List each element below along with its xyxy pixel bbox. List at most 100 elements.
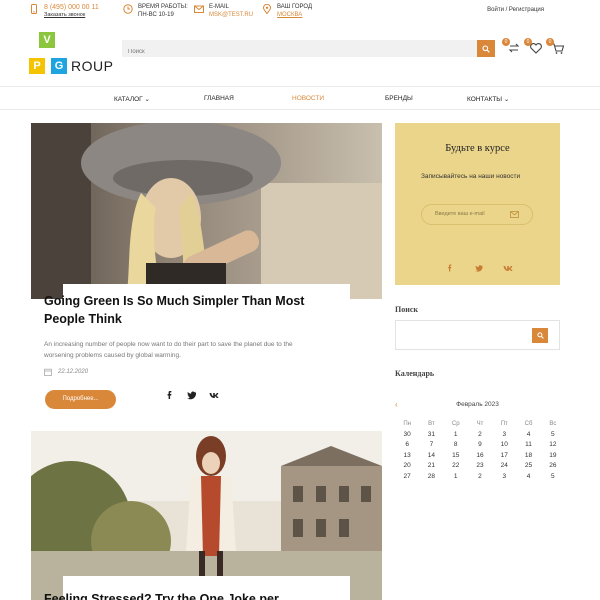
search-button[interactable]: [477, 40, 495, 57]
facebook-icon[interactable]: [446, 264, 454, 272]
logo[interactable]: V P G ROUP: [29, 32, 113, 78]
working-hours-block: Время работы: ПН-ВС 10-19: [123, 3, 188, 19]
calendar-weekday: Сб: [524, 421, 533, 427]
login-register-link[interactable]: Войти / Регистрация: [487, 7, 544, 13]
calendar-week: 20 21 22 23 24 25 26: [395, 461, 565, 472]
calendar-day[interactable]: 15: [444, 451, 468, 462]
calendar-day[interactable]: 10: [492, 440, 516, 451]
top-bar: 8 (495) 000 00 11 Заказать звонок Время …: [0, 0, 600, 24]
phone-icon: [31, 4, 37, 14]
hours-value: ПН-ВС 10-19: [138, 12, 174, 18]
calendar-day[interactable]: 11: [516, 440, 540, 451]
calendar-month: Февраль 2023: [456, 401, 499, 408]
post-image[interactable]: [31, 123, 382, 299]
twitter-icon[interactable]: [187, 390, 197, 400]
facebook-icon[interactable]: [165, 390, 175, 400]
subscribe-title: Будьте в курсе: [445, 143, 510, 154]
nav-item-label: Каталог: [114, 96, 143, 103]
calendar-day[interactable]: 1: [444, 472, 468, 483]
mail-icon: [194, 5, 204, 13]
calendar-heading: Календарь: [395, 369, 435, 378]
calendar-day[interactable]: 31: [419, 430, 443, 441]
logo-letter-p: P: [29, 58, 45, 74]
calendar-day[interactable]: 17: [492, 451, 516, 462]
calendar-day[interactable]: 14: [419, 451, 443, 462]
chevron-down-icon: ⌄: [144, 96, 150, 103]
calendar-day[interactable]: 28: [419, 472, 443, 483]
clock-icon: [123, 4, 133, 14]
nav-item-news[interactable]: Новости: [292, 95, 324, 102]
vk-icon[interactable]: [209, 390, 219, 400]
calendar-day[interactable]: 21: [419, 461, 443, 472]
calendar-day[interactable]: 3: [492, 472, 516, 483]
compare-count-badge: 0: [502, 38, 510, 46]
calendar-week: 13 14 15 16 17 18 19: [395, 451, 565, 462]
calendar-day[interactable]: 22: [444, 461, 468, 472]
calendar-weekday: Ср: [451, 421, 460, 427]
cart-button[interactable]: 0: [546, 38, 566, 56]
logo-letter-v: V: [39, 32, 55, 48]
calendar-week: 6 7 8 9 10 11 12: [395, 440, 565, 451]
calendar-weekday: Вс: [549, 421, 557, 427]
search-input[interactable]: [122, 43, 462, 61]
calendar-day[interactable]: 7: [419, 440, 443, 451]
calendar-day[interactable]: 12: [541, 440, 565, 451]
calendar-day[interactable]: 24: [492, 461, 516, 472]
email-link[interactable]: MSK@TEST.RU: [209, 11, 253, 19]
sidebar-search[interactable]: [395, 320, 560, 350]
nav-item-label: Контакты: [467, 96, 503, 103]
callback-link[interactable]: Заказать звонок: [44, 12, 99, 18]
favorites-button[interactable]: 0: [524, 38, 544, 56]
calendar-week: 30 31 1 2 3 4 5: [395, 430, 565, 441]
location-pin-icon: [262, 4, 272, 14]
nav-item-catalog[interactable]: Каталог ⌄: [114, 95, 150, 103]
read-more-button[interactable]: Подробнее...: [45, 390, 116, 409]
calendar-day[interactable]: 13: [395, 451, 419, 462]
calendar-day[interactable]: 4: [516, 472, 540, 483]
calendar-day[interactable]: 26: [541, 461, 565, 472]
calendar-day[interactable]: 2: [468, 430, 492, 441]
sidebar-search-button[interactable]: [532, 328, 548, 343]
subscribe-email-field[interactable]: Введите ваш e-mail: [421, 204, 533, 225]
mail-icon[interactable]: [510, 211, 519, 218]
calendar-day[interactable]: 27: [395, 472, 419, 483]
city-select[interactable]: Москва: [277, 11, 312, 19]
calendar-weekday: Пн: [403, 421, 411, 427]
calendar-day[interactable]: 19: [541, 451, 565, 462]
calendar-day[interactable]: 16: [468, 451, 492, 462]
phone-number[interactable]: 8 (495) 000 00 11: [44, 3, 99, 12]
woman-in-hat-photo: [31, 123, 382, 299]
vk-icon[interactable]: [503, 264, 513, 272]
calendar-day[interactable]: 5: [541, 472, 565, 483]
header-search: [122, 40, 495, 61]
subscribe-text: Записывайтесь на наши новости: [421, 173, 521, 180]
calendar-week: 27 28 1 2 3 4 5: [395, 472, 565, 483]
calendar-day[interactable]: 18: [516, 451, 540, 462]
calendar-weekday: Пт: [500, 421, 508, 427]
calendar-day[interactable]: 2: [468, 472, 492, 483]
calendar-day[interactable]: 30: [395, 430, 419, 441]
calendar-day[interactable]: 1: [444, 430, 468, 441]
chevron-down-icon: ⌄: [503, 96, 510, 103]
post-image[interactable]: [31, 431, 382, 600]
post-title[interactable]: Going Green Is So Much Simpler Than Most…: [44, 292, 314, 328]
calendar-day[interactable]: 6: [395, 440, 419, 451]
favorites-count-badge: 0: [524, 38, 532, 46]
compare-button[interactable]: 0: [502, 38, 522, 56]
post-excerpt: An increasing number of people now want …: [44, 341, 293, 359]
calendar-day[interactable]: 9: [468, 440, 492, 451]
calendar-day[interactable]: 25: [516, 461, 540, 472]
twitter-icon[interactable]: [475, 264, 483, 272]
calendar-day[interactable]: 8: [444, 440, 468, 451]
calendar-day[interactable]: 3: [492, 430, 516, 441]
post-date: 22.12.2020: [44, 368, 88, 376]
calendar-day[interactable]: 23: [468, 461, 492, 472]
post-title[interactable]: Feeling Stressed? Try the One Joke per: [44, 590, 314, 600]
nav-item-home[interactable]: Главная: [204, 95, 234, 102]
calendar-day[interactable]: 4: [516, 430, 540, 441]
nav-item-contacts[interactable]: Контакты ⌄: [467, 95, 509, 103]
calendar-day[interactable]: 20: [395, 461, 419, 472]
nav-item-brands[interactable]: Бренды: [385, 95, 413, 102]
search-icon: [536, 332, 544, 339]
calendar-day[interactable]: 5: [541, 430, 565, 441]
